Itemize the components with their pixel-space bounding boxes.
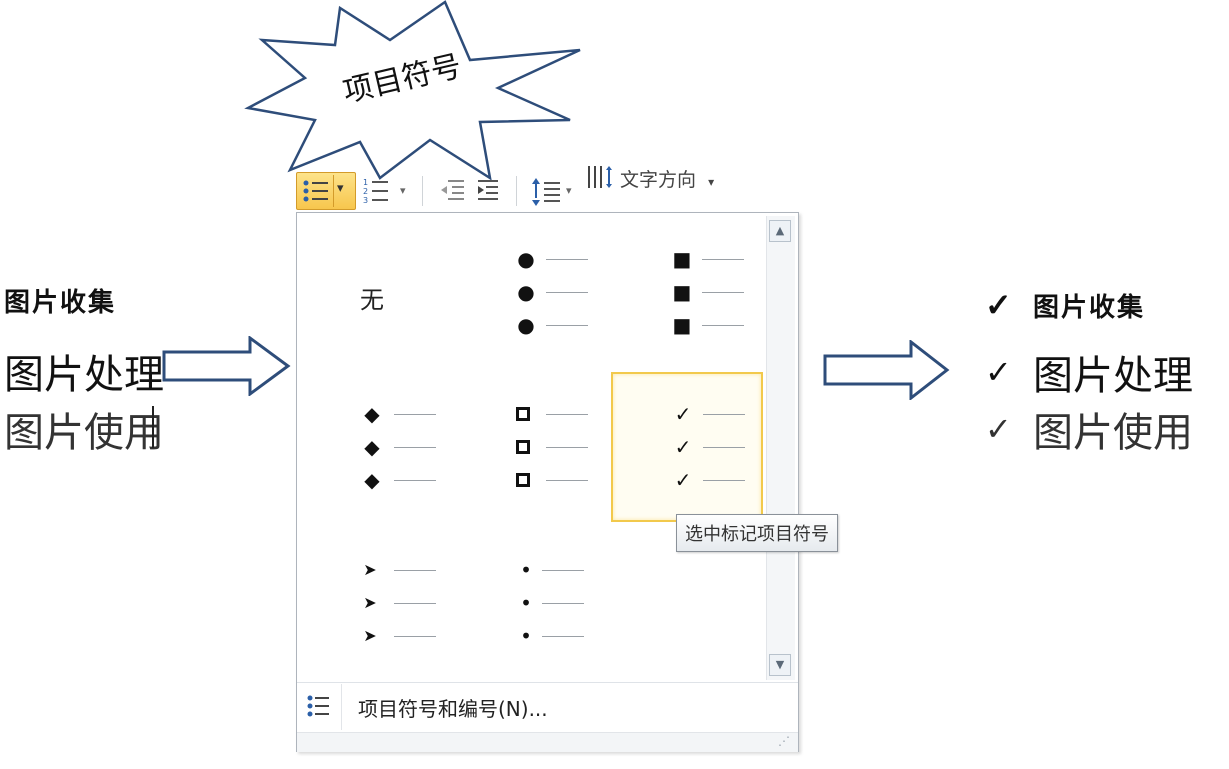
- right-arrow: [823, 340, 950, 400]
- numbered-dropdown-arrow[interactable]: ▾: [400, 184, 406, 197]
- small-dot-icon: •: [520, 624, 532, 648]
- filled-diamond-icon: ◆: [364, 468, 380, 492]
- small-dot-icon: •: [520, 558, 532, 582]
- arrowhead-icon: ➤: [363, 593, 377, 612]
- resize-grip-icon[interactable]: ⋰: [778, 734, 790, 748]
- text-direction-icon[interactable]: [586, 164, 616, 190]
- right-line-1: ✓ 图片收集: [985, 286, 1145, 324]
- svg-text:1: 1: [363, 178, 368, 187]
- scroll-down-button[interactable]: ▼: [769, 654, 791, 676]
- bullet-option-hollow-square[interactable]: [458, 372, 610, 522]
- filled-square-icon: ■: [672, 247, 692, 271]
- bullet-option-checkmark[interactable]: ✓ ✓ ✓: [611, 372, 763, 522]
- bullet-list-icon: [307, 695, 329, 717]
- right-line-1-text: 图片收集: [1033, 292, 1146, 323]
- filled-circle-icon: ●: [517, 247, 535, 271]
- gallery-scrollbar[interactable]: [766, 216, 795, 680]
- filled-diamond-icon: ◆: [364, 435, 380, 459]
- define-bullets-menu-item[interactable]: 项目符号和编号(N)...: [358, 693, 548, 722]
- bullet-option-filled-square[interactable]: ■ ■ ■: [612, 222, 764, 372]
- increase-indent-icon[interactable]: [474, 176, 504, 206]
- bullet-option-filled-diamond[interactable]: ◆ ◆ ◆: [302, 372, 454, 522]
- toolbar-separator: [422, 176, 423, 206]
- arrowhead-icon: ➤: [363, 626, 377, 645]
- line-spacing-icon[interactable]: [530, 176, 564, 208]
- text-direction-dropdown-arrow: ▾: [708, 175, 715, 189]
- line-spacing-dropdown-arrow[interactable]: ▾: [566, 184, 572, 197]
- tooltip: 选中标记项目符号: [676, 514, 838, 552]
- arrowhead-icon: ➤: [363, 560, 377, 579]
- footer-separator: [341, 684, 342, 730]
- text-cursor: [152, 406, 154, 448]
- right-line-2-text: 图片处理: [1033, 353, 1193, 399]
- left-line-1: 图片收集: [4, 288, 117, 318]
- checkmark-bullet-icon: ✓: [985, 410, 1012, 448]
- scroll-up-button[interactable]: ▲: [769, 220, 791, 242]
- filled-circle-icon: ●: [517, 313, 535, 337]
- checkmark-icon: ✓: [674, 435, 692, 459]
- bullet-dropdown-arrow[interactable]: ▾: [337, 181, 344, 196]
- bullet-list-icon: [303, 180, 328, 202]
- none-option-label: 无: [360, 286, 384, 314]
- hollow-square-icon: [516, 407, 530, 421]
- bullet-option-small-dot[interactable]: • • •: [458, 522, 610, 672]
- filled-diamond-icon: ◆: [364, 402, 380, 426]
- bullet-option-filled-circle[interactable]: ● ● ●: [458, 222, 610, 372]
- checkmark-icon: ✓: [674, 468, 692, 492]
- right-line-2: ✓ 图片处理: [985, 343, 1193, 401]
- filled-square-icon: ■: [672, 280, 692, 304]
- left-arrow: [162, 336, 291, 396]
- svg-text:2: 2: [363, 187, 368, 196]
- svg-text:3: 3: [363, 196, 368, 205]
- bullet-option-arrowhead[interactable]: ➤ ➤ ➤: [302, 522, 454, 672]
- numbered-list-icon[interactable]: 1 2 3: [362, 176, 398, 206]
- filled-circle-icon: ●: [517, 280, 535, 304]
- checkmark-icon: ✓: [674, 402, 692, 426]
- decrease-indent-icon[interactable]: [438, 176, 468, 206]
- chevron-up-icon: ▲: [775, 224, 785, 237]
- right-line-3: ✓ 图片使用: [985, 400, 1193, 458]
- chevron-down-icon: ▼: [775, 658, 785, 671]
- bullet-list-button[interactable]: ▾: [296, 172, 356, 210]
- small-dot-icon: •: [520, 591, 532, 615]
- hollow-square-icon: [516, 440, 530, 454]
- hollow-square-icon: [516, 473, 530, 487]
- text-direction-button[interactable]: 文字方向 ▾: [620, 165, 714, 192]
- gallery-resize-bar[interactable]: [297, 732, 798, 752]
- filled-square-icon: ■: [672, 313, 692, 337]
- left-line-2: 图片处理: [4, 352, 164, 398]
- left-line-3: 图片使用: [4, 410, 164, 456]
- text-direction-label: 文字方向: [620, 169, 697, 191]
- checkmark-bullet-icon: ✓: [985, 353, 1012, 391]
- right-line-3-text: 图片使用: [1033, 410, 1193, 456]
- checkmark-bullet-icon: ✓: [985, 286, 1014, 324]
- toolbar-separator: [516, 176, 517, 206]
